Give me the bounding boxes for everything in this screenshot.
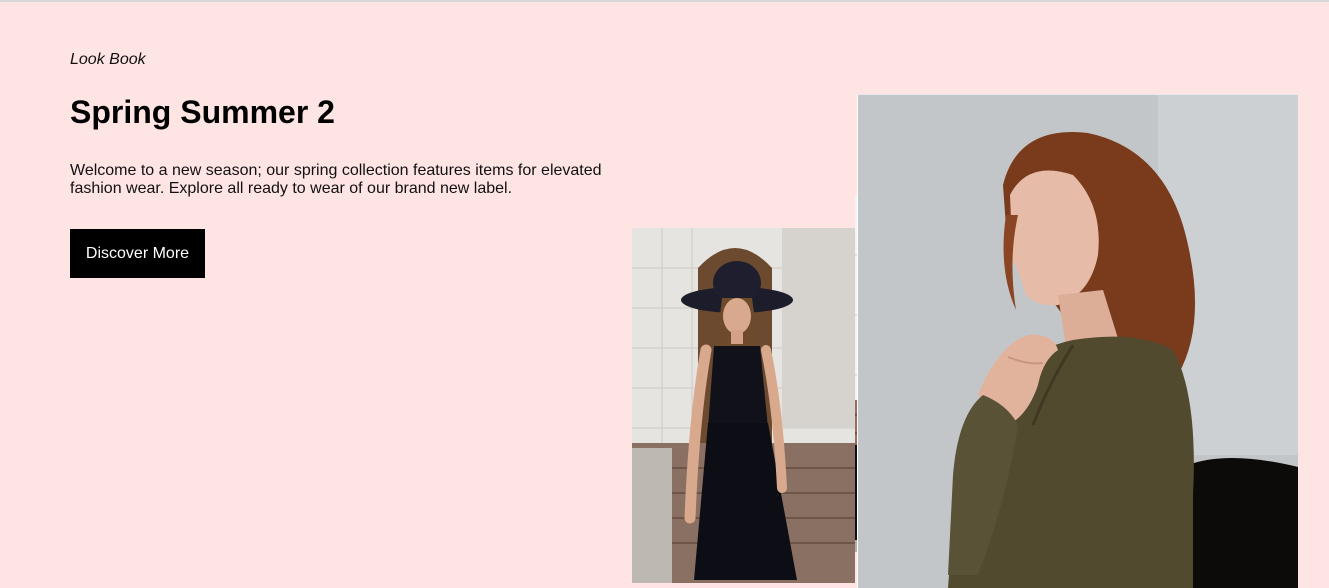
lookbook-photo-sweater	[857, 94, 1298, 588]
lookbook-photo-hat-dress	[632, 228, 855, 583]
eyebrow-label: Look Book	[70, 51, 146, 68]
hero-intro-text: Welcome to a new season; our spring coll…	[70, 162, 602, 197]
top-divider	[0, 0, 1329, 2]
hero-headline: Spring Summer 2	[70, 94, 335, 130]
hero-text-block: Look Book Spring Summer 2 Welcome to a n…	[70, 50, 630, 198]
discover-more-button[interactable]: Discover More	[70, 229, 205, 278]
